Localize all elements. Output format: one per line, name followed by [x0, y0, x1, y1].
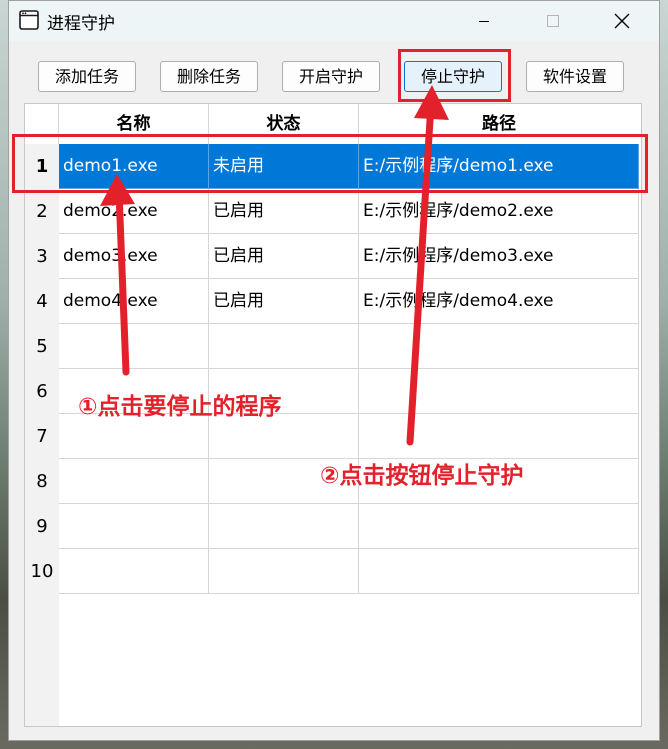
annotation-step-2: ②点击按钮停止守护 [320, 463, 524, 489]
annotation-step-1: ①点击要停止的程序 [78, 394, 282, 420]
arrow-up-icon [115, 188, 130, 376]
annotation-arrows [100, 85, 449, 446]
arrow-up-icon [406, 100, 435, 446]
arrow-head-icon [100, 174, 135, 206]
arrow-head-icon [414, 85, 449, 120]
